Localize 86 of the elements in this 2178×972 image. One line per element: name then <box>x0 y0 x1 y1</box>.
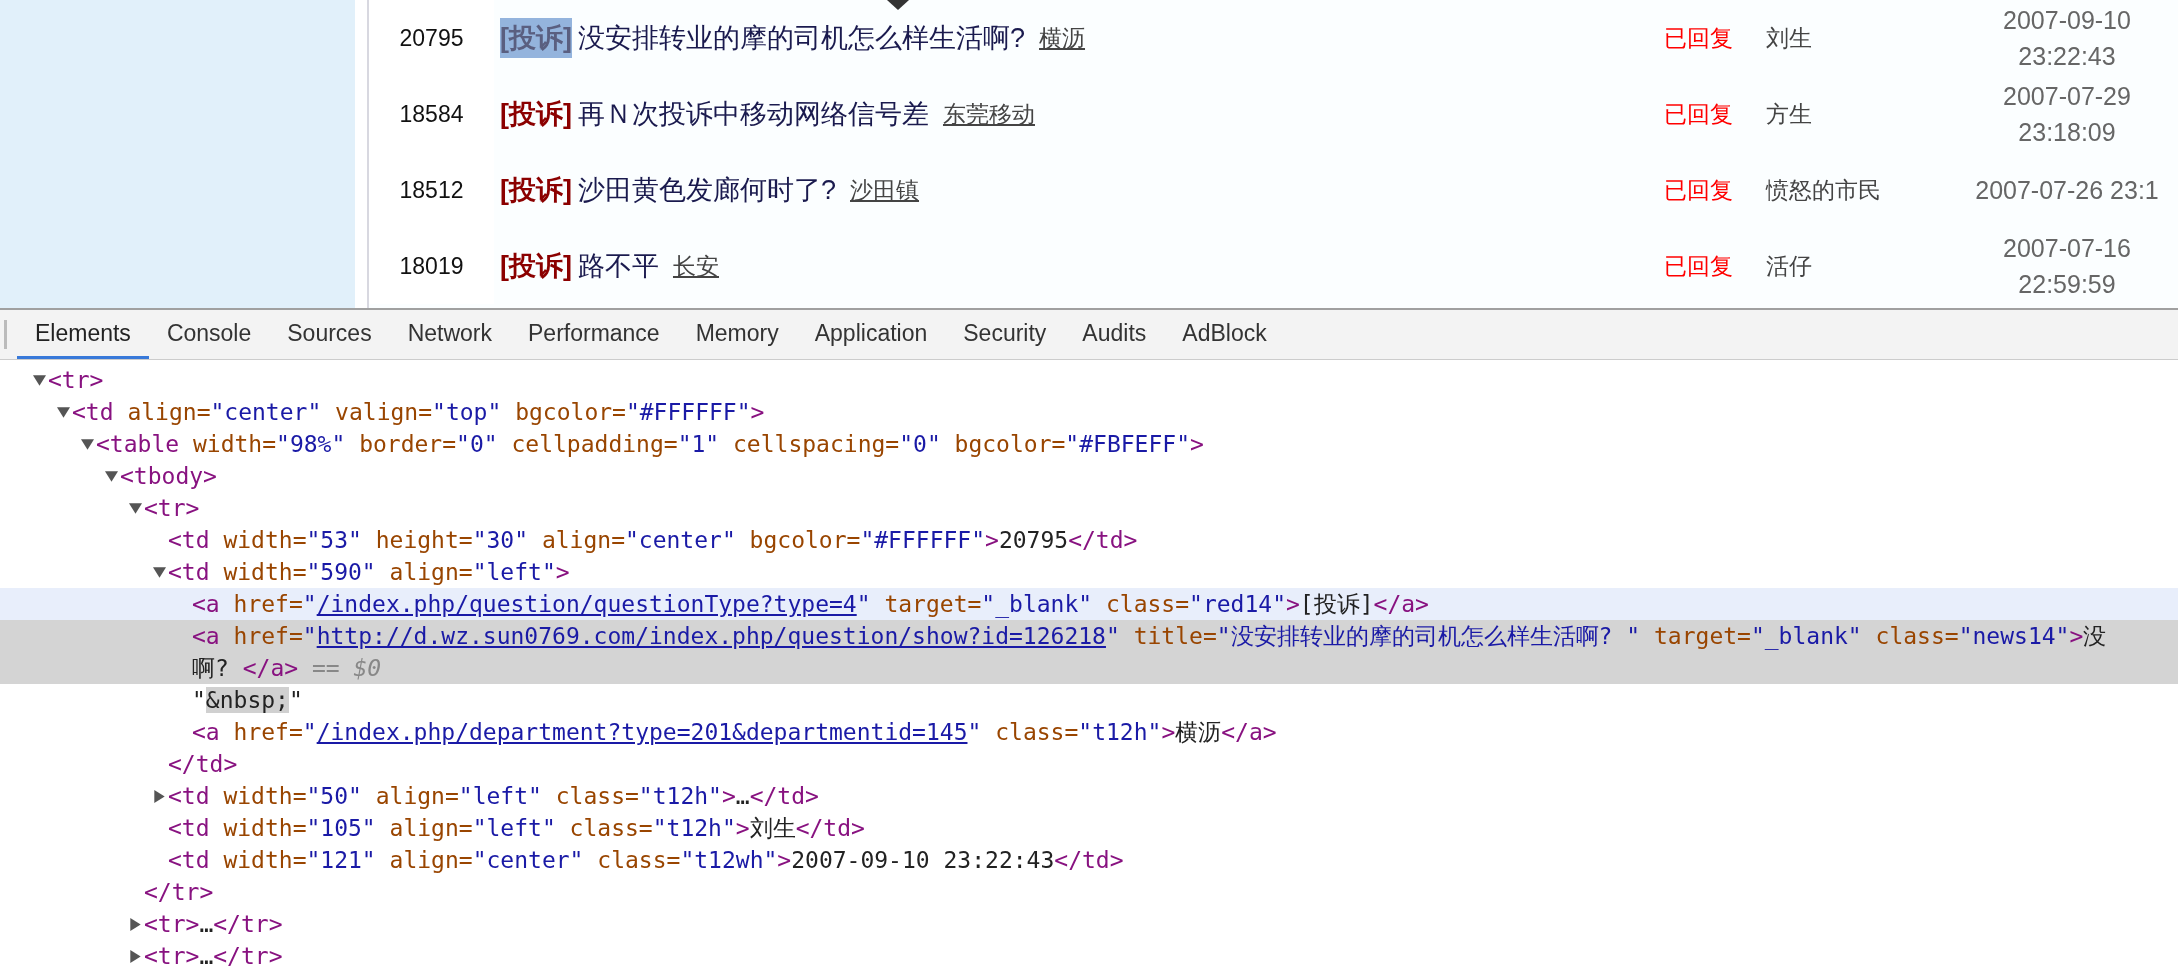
dom-node-row[interactable]: <tbody> <box>0 460 2178 492</box>
dom-node-row[interactable]: "&nbsp;" <box>0 684 2178 716</box>
code-line-text: <a href="/index.php/question/questionType?type=4" target="_blank" class="red14">[投诉]</a> <box>192 589 1429 620</box>
status-text: 已回复 <box>1664 99 1734 129</box>
dom-node-row[interactable]: <a href="/index.php/department?type=201&departmentid=145" class="t12h">横沥</a> <box>0 716 2178 748</box>
devtools-tab[interactable]: Network <box>389 310 510 359</box>
code-line-text: </td> <box>168 749 238 779</box>
code-line-text: <tr> <box>48 365 104 395</box>
dom-node-row[interactable]: <td width="50" align="left" class="t12h">…</td> <box>0 780 2178 812</box>
user-name: 愤怒的市民 <box>1766 175 1882 205</box>
date-text: 23:18:09 <box>2018 117 2116 148</box>
code-line-text: <tr>…</tr> <box>144 941 283 971</box>
ticket-number: 20795 <box>399 23 464 53</box>
code-line-text: 啊? </a> == $0 <box>192 653 382 683</box>
status-text: 已回复 <box>1664 175 1734 205</box>
code-line-text: <td align="center" valign="top" bgcolor="#FFFFFF"> <box>72 397 765 427</box>
collapsed-triangle-icon[interactable] <box>153 789 166 803</box>
category-link[interactable]: [投诉] <box>500 245 572 287</box>
dom-node-row[interactable]: <a href="/index.php/question/questionType?type=4" target="_blank" class="red14">[投诉]</a> <box>0 588 2178 620</box>
dom-node-row[interactable]: <tr>…</tr> <box>0 908 2178 940</box>
date-text: 22:59:59 <box>2018 269 2116 300</box>
devtools-tab[interactable]: AdBlock <box>1164 310 1285 359</box>
place-link[interactable]: 东莞移动 <box>943 96 1035 132</box>
expanded-triangle-icon[interactable] <box>81 437 94 451</box>
date-text: 2007-07-16 <box>2003 233 2131 264</box>
expanded-triangle-icon[interactable] <box>57 405 70 419</box>
collapsed-triangle-icon[interactable] <box>129 949 142 963</box>
code-line-text: <td width="53" height="30" align="center" bgcolor="#FFFFFF">20795</td> <box>168 525 1138 555</box>
code-line-text: <td width="105" align="left" class="t12h">刘生</td> <box>168 813 865 843</box>
dom-node-row[interactable]: <td width="121" align="center" class="t12wh">2007-09-10 23:22:43</td> <box>0 844 2178 876</box>
code-line-text: <td width="121" align="center" class="t12wh">2007-09-10 23:22:43</td> <box>168 845 1124 875</box>
status-text: 已回复 <box>1664 23 1734 53</box>
dom-node-row[interactable]: <td width="53" height="30" align="center" bgcolor="#FFFFFF">20795</td> <box>0 524 2178 556</box>
devtools-tab[interactable]: Memory <box>677 310 797 359</box>
dom-node-row[interactable]: <table width="98%" border="0" cellpadding="1" cellspacing="0" bgcolor="#FBFEFF"> <box>0 428 2178 460</box>
code-line-text: <a href="http://d.wz.sun0769.com/index.php/question/show?id=126218" title="没安排转业的摩的司机怎么样生活啊? " target="_blank" class="news14">没 <box>192 621 2107 652</box>
dom-node-row[interactable]: <tr>…</tr> <box>0 940 2178 972</box>
code-line-text: <table width="98%" border="0" cellpadding="1" cellspacing="0" bgcolor="#FBFEFF"> <box>96 429 1204 459</box>
ticket-number: 18019 <box>399 251 464 281</box>
dom-node-row[interactable]: <td width="105" align="left" class="t12h">刘生</td> <box>0 812 2178 844</box>
devtools-tab[interactable]: Console <box>148 310 270 359</box>
dom-node-row[interactable]: <td width="590" align="left"> <box>0 556 2178 588</box>
title-link[interactable]: 再Ｎ次投诉中移动网络信号差 <box>578 93 929 135</box>
expanded-triangle-icon[interactable] <box>153 565 166 579</box>
collapsed-triangle-icon[interactable] <box>129 917 142 931</box>
place-link[interactable]: 长安 <box>673 248 719 284</box>
user-name: 刘生 <box>1766 23 1813 53</box>
code-line-text: <a href="/index.php/department?type=201&departmentid=145" class="t12h">横沥</a> <box>192 717 1277 747</box>
title-link[interactable]: 路不平 <box>578 245 659 287</box>
url-link[interactable]: /index.php/question/questionType?type=4 <box>316 590 857 617</box>
date-text: 23:22:43 <box>2018 41 2116 72</box>
tooltip-pointer-icon <box>887 0 909 10</box>
expanded-triangle-icon[interactable] <box>129 501 142 515</box>
place-link[interactable]: 沙田镇 <box>850 172 919 208</box>
user-name: 方生 <box>1766 99 1813 129</box>
dom-node-row[interactable]: <td align="center" valign="top" bgcolor="#FFFFFF"> <box>0 396 2178 428</box>
code-line-text: <td width="590" align="left"> <box>168 557 570 587</box>
devtools-tab[interactable]: Security <box>945 310 1065 359</box>
code-line-text: <tr>…</tr> <box>144 909 283 939</box>
devtools-tab[interactable]: Sources <box>269 310 390 359</box>
url-link[interactable]: http://d.wz.sun0769.com/index.php/question/show?id=126218 <box>316 622 1106 649</box>
date-text: 2007-07-26 23:1 <box>1975 175 2159 206</box>
title-link[interactable]: 没安排转业的摩的司机怎么样生活啊? <box>578 17 1025 59</box>
expanded-triangle-icon[interactable] <box>33 373 46 387</box>
user-name: 活仔 <box>1766 251 1813 281</box>
date-text: 2007-07-29 <box>2003 81 2131 112</box>
date-text: 2007-09-10 <box>2003 5 2131 36</box>
devtools-tab[interactable]: Audits <box>1064 310 1165 359</box>
place-link[interactable]: 横沥 <box>1039 20 1085 56</box>
code-line-text: <tbody> <box>120 461 217 491</box>
category-link[interactable]: [投诉] <box>500 169 572 211</box>
code-line-text: </tr> <box>144 877 214 907</box>
devtools-tab[interactable]: Performance <box>510 310 678 359</box>
ticket-number: 18584 <box>399 99 464 129</box>
dom-node-row[interactable]: <tr> <box>0 492 2178 524</box>
url-link[interactable]: /index.php/department?type=201&departmentid=145 <box>316 718 968 745</box>
expanded-triangle-icon[interactable] <box>105 469 118 483</box>
dom-node-row[interactable]: <tr> <box>0 364 2178 396</box>
devtools-tab[interactable]: Application <box>796 310 946 359</box>
code-line-text: <tr> <box>144 493 200 523</box>
dom-node-row[interactable]: <a href="http://d.wz.sun0769.com/index.php/question/show?id=126218" title="没安排转业的摩的司机怎么样生活啊? " target="_blank" class="news14">没 啊? </a> == $0 <box>0 620 2178 684</box>
category-link[interactable]: [投诉] <box>500 93 572 135</box>
code-line-text: <td width="50" align="left" class="t12h">…</td> <box>168 781 819 811</box>
title-link[interactable]: 沙田黄色发廊何时了? <box>578 169 836 211</box>
status-text: 已回复 <box>1664 251 1734 281</box>
ticket-number: 18512 <box>399 175 464 205</box>
